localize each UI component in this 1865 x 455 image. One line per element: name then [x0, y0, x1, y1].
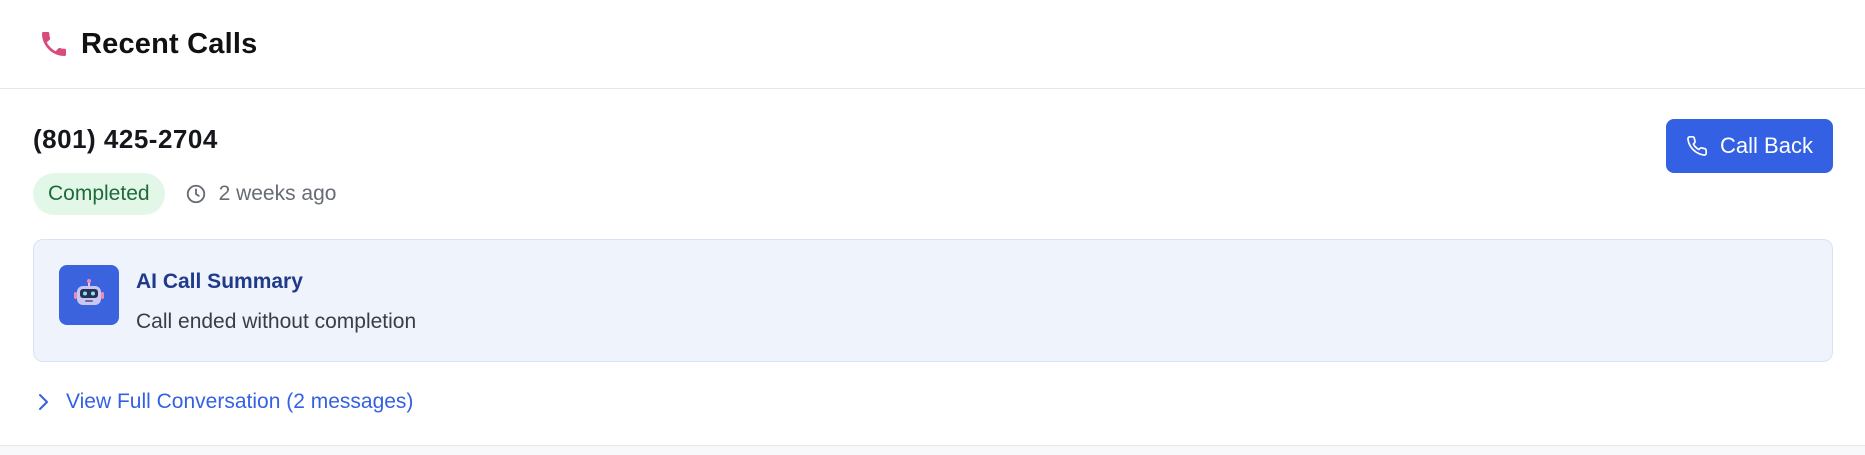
phone-outline-icon	[1686, 135, 1708, 157]
phone-icon	[37, 27, 71, 61]
chevron-right-icon	[36, 392, 52, 412]
caller-number: (801) 425-2704	[33, 124, 218, 154]
summary-text: Call ended without completion	[136, 310, 417, 333]
page-title: Recent Calls	[81, 27, 258, 60]
call-back-label: Call Back	[1720, 133, 1813, 158]
recent-calls-panel: Recent Calls (801) 425-2704 Completed 2 …	[0, 0, 1865, 446]
robot-icon	[59, 265, 119, 325]
panel-header: Recent Calls	[0, 0, 1865, 89]
view-full-conversation-link[interactable]: View Full Conversation (2 messages)	[36, 390, 413, 414]
call-time: 2 weeks ago	[185, 182, 337, 206]
summary-title: AI Call Summary	[136, 270, 303, 293]
ai-summary-card: AI Call Summary Call ended without compl…	[33, 239, 1833, 362]
status-badge: Completed	[33, 173, 165, 215]
call-status-row: Completed 2 weeks ago	[33, 173, 336, 215]
view-full-conversation-label: View Full Conversation (2 messages)	[66, 390, 414, 413]
call-time-text: 2 weeks ago	[218, 182, 337, 205]
clock-icon	[185, 183, 207, 205]
call-back-button[interactable]: Call Back	[1666, 119, 1833, 173]
